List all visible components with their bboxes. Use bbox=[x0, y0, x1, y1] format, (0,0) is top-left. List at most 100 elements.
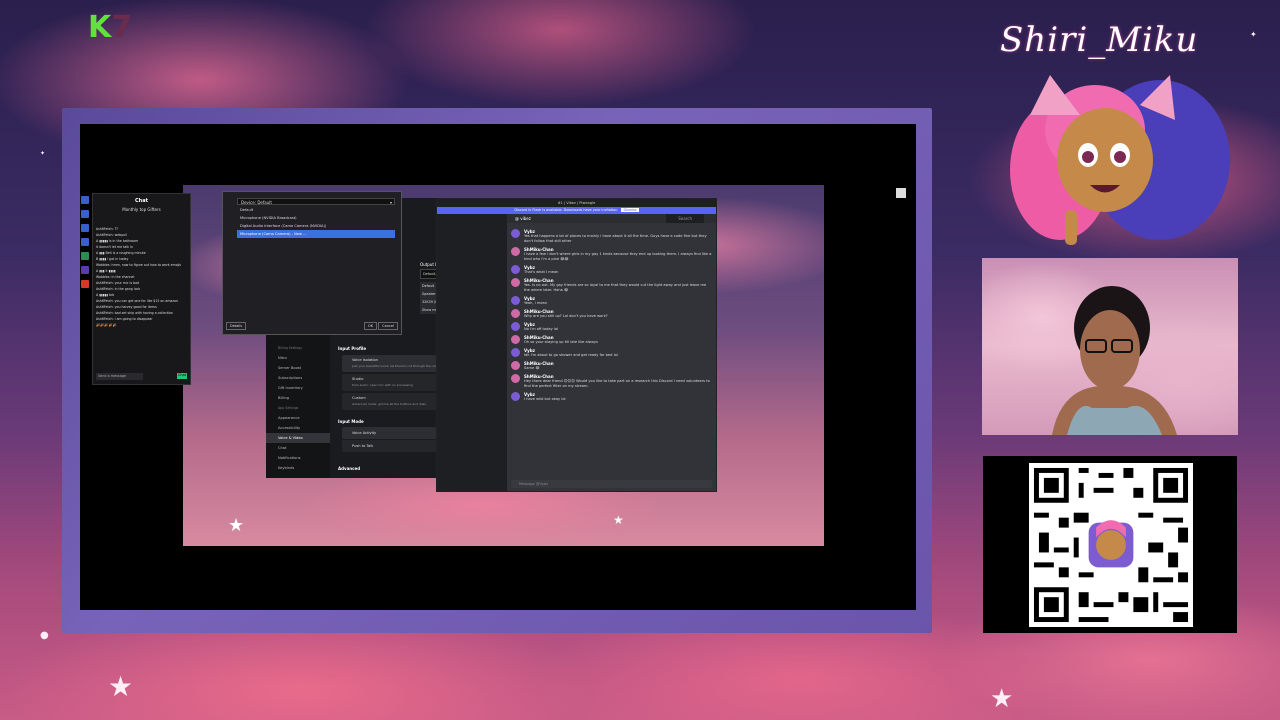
chat-message: Vybz Yeah, i mean bbox=[511, 296, 712, 306]
vtuber-avatar-image bbox=[1010, 75, 1230, 245]
app-icon[interactable] bbox=[81, 280, 89, 288]
message-text: Hey there dear friend 😊😊😊 Would you like… bbox=[524, 379, 710, 388]
chat-message: ShMiku-Chan Yes. Is no out. My gay friend… bbox=[511, 278, 712, 293]
avatar[interactable] bbox=[511, 392, 520, 401]
message-text: I have wild but okay lol bbox=[524, 397, 566, 401]
channel-header: @ vibez Search bbox=[507, 214, 716, 223]
device-dialog: Device: Default ▾ Default Microphone (NVI… bbox=[222, 191, 402, 335]
avatar[interactable] bbox=[511, 265, 520, 274]
sidebar-item[interactable]: Gift Inventory bbox=[266, 383, 330, 393]
sidebar-item[interactable]: Accessibility bbox=[266, 423, 330, 433]
avatar[interactable] bbox=[511, 247, 520, 256]
message-text: Yeah, i mean bbox=[524, 301, 548, 305]
device-option[interactable]: Digital Audio Interface (Camo Camera (NV… bbox=[237, 222, 395, 230]
chat-message: ShMiku-Chan I have a few i don't where gi… bbox=[511, 247, 712, 262]
message-text: Idk I'm about to go shower and get ready… bbox=[524, 353, 618, 357]
device-dropdown[interactable]: Device: Default ▾ bbox=[237, 198, 395, 205]
recycle-bin-icon[interactable] bbox=[896, 188, 906, 198]
device-options: Default Microphone (NVIDIA Broadcast) Digi… bbox=[237, 206, 395, 238]
chat-message: Vybz Idk I'm about to go shower and get r… bbox=[511, 348, 712, 358]
avatar[interactable] bbox=[511, 296, 520, 305]
chat-message: Vybz I have wild but okay lol bbox=[511, 392, 712, 402]
discord-dm-list bbox=[437, 214, 507, 491]
details-button[interactable]: Details bbox=[226, 322, 247, 330]
app-icon[interactable] bbox=[81, 252, 89, 260]
sidebar-item[interactable]: Notifications bbox=[266, 453, 330, 463]
avatar[interactable] bbox=[511, 361, 520, 370]
message-text: No I'm off today lol bbox=[524, 327, 559, 331]
sidebar-item[interactable]: Appearance bbox=[266, 413, 330, 423]
star-decoration: ★ bbox=[613, 513, 624, 527]
avatar[interactable] bbox=[511, 374, 520, 383]
message-text: I have a few i don't where girls in my g… bbox=[524, 252, 712, 261]
sidebar-item[interactable]: Nitro bbox=[266, 353, 330, 363]
message-input[interactable]: Message @Vybz bbox=[511, 480, 712, 488]
star-decoration: ★ bbox=[108, 670, 134, 703]
discord-banner: Discord in Flash is available. Downloads… bbox=[437, 207, 716, 214]
sidebar-header: Billing Settings bbox=[278, 346, 302, 350]
qr-code-image bbox=[1029, 463, 1193, 627]
app-icon[interactable] bbox=[81, 224, 89, 232]
sidebar-item[interactable]: Billing bbox=[266, 393, 330, 403]
app-icon[interactable] bbox=[81, 238, 89, 246]
input-mode-label: Input Mode bbox=[338, 419, 364, 424]
device-option[interactable]: Microphone (Camo Camera) - New ... bbox=[237, 230, 395, 238]
star-decoration: ● bbox=[40, 630, 49, 641]
star-decoration: ✦ bbox=[40, 150, 46, 157]
channel-name: vibez bbox=[520, 216, 531, 221]
message-text: Yes. Is no out. My gay friends are so lo… bbox=[524, 283, 707, 292]
device-dropdown-value: Default bbox=[257, 200, 272, 205]
device-option[interactable]: Microphone (NVIDIA Broadcast) bbox=[237, 214, 395, 222]
cancel-button[interactable]: Cancel bbox=[378, 322, 398, 330]
device-option[interactable]: Default bbox=[237, 206, 395, 214]
message-text: Why are you still up? Lol don't you have… bbox=[524, 314, 608, 318]
banner-dismiss-button[interactable]: Dismiss bbox=[621, 208, 639, 212]
message-text: Yes that happens a lot of places to main… bbox=[524, 234, 707, 243]
app-icon[interactable] bbox=[81, 210, 89, 218]
avatar[interactable] bbox=[511, 278, 520, 287]
webcam-feed bbox=[982, 258, 1238, 435]
webcam-person-image bbox=[1052, 286, 1177, 435]
avatar[interactable] bbox=[511, 335, 520, 344]
message-text: Same 😂 bbox=[524, 366, 540, 370]
sidebar-header: App Settings bbox=[278, 406, 299, 410]
sidebar-item[interactable]: Voice & Video bbox=[266, 433, 330, 443]
chat-message: ShMiku-Chan Why are you still up? Lol don… bbox=[511, 309, 712, 319]
advanced-label: Advanced bbox=[338, 466, 361, 471]
message-text: That's what I mean bbox=[524, 270, 559, 274]
chat-send-button[interactable]: Chat bbox=[177, 373, 187, 379]
star-decoration: ★ bbox=[990, 684, 1014, 714]
chat-title: Chat bbox=[135, 198, 148, 204]
ok-button[interactable]: OK bbox=[363, 322, 377, 330]
chat-message: Vybz No I'm off today lol bbox=[511, 322, 712, 332]
sidebar-item[interactable]: Server Boost bbox=[266, 363, 330, 373]
avatar[interactable] bbox=[511, 309, 520, 318]
chat-message: ShMiku-Chan Same 😂 bbox=[511, 361, 712, 371]
banner-text: Discord in Flash is available. Downloads… bbox=[514, 208, 618, 212]
discord-title: #1 | Vibez | Ptwangle bbox=[437, 199, 716, 207]
corner-logo: K7 bbox=[88, 10, 132, 45]
star-decoration: ✦ bbox=[1250, 30, 1257, 39]
chat-panel: Chat Monthly top Gifters Ash6Fetch: ?? As… bbox=[92, 193, 191, 385]
corner-logo-number: 7 bbox=[111, 10, 133, 45]
desktop-icons bbox=[80, 190, 90, 294]
app-icon[interactable] bbox=[81, 266, 89, 274]
chat-message: Vybz Yes that happens a lot of places to … bbox=[511, 229, 712, 244]
corner-logo-k: K bbox=[88, 10, 112, 45]
sidebar-item[interactable]: Chat bbox=[266, 443, 330, 453]
search-input[interactable]: Search bbox=[666, 214, 704, 223]
chat-message: 🎉🎉🎉 🎉🎉 bbox=[96, 323, 117, 327]
chat-message-list: Ash6Fetch: ?? Ash6Fetch: webpull A ▮▮▮▮▮ i… bbox=[93, 226, 190, 328]
device-dropdown-label: Device: bbox=[241, 200, 257, 205]
avatar[interactable] bbox=[511, 229, 520, 238]
message-list: Vybz Yes that happens a lot of places to … bbox=[507, 225, 716, 479]
star-decoration: ★ bbox=[228, 515, 245, 536]
sidebar-item[interactable]: Subscriptions bbox=[266, 373, 330, 383]
avatar[interactable] bbox=[511, 322, 520, 331]
app-icon[interactable] bbox=[81, 196, 89, 204]
chat-input[interactable]: Send a message bbox=[96, 373, 143, 380]
avatar[interactable] bbox=[511, 348, 520, 357]
chevron-down-icon: ▾ bbox=[389, 200, 392, 205]
discord-window: #1 | Vibez | Ptwangle Discord in Flash i… bbox=[436, 198, 717, 492]
sidebar-item[interactable]: Keybinds bbox=[266, 463, 330, 473]
